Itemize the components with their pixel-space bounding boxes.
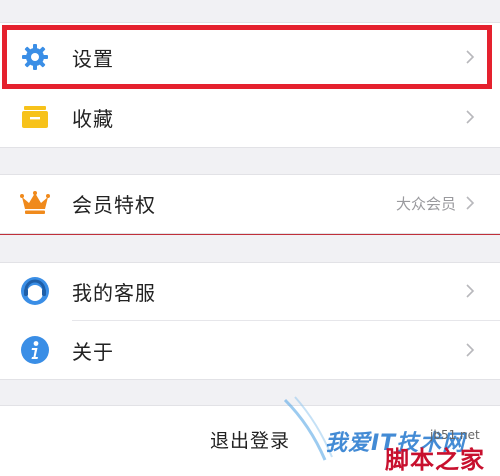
headset-icon [20, 276, 50, 306]
chevron-right-icon [466, 110, 475, 124]
about-label: 关于 [72, 339, 114, 364]
settings-label: 设置 [72, 46, 114, 71]
chevron-right-icon [466, 50, 475, 64]
divider-line [0, 234, 500, 235]
crown-icon [20, 188, 50, 218]
gear-icon [20, 42, 50, 72]
chevron-right-icon [466, 343, 475, 357]
favorites-label: 收藏 [72, 106, 114, 131]
vip-row[interactable]: 会员特权 大众会员 [0, 174, 500, 232]
folder-icon [20, 102, 50, 132]
vip-label: 会员特权 [72, 192, 156, 217]
info-icon [20, 335, 50, 365]
service-row[interactable]: 我的客服 [0, 262, 500, 320]
about-row[interactable]: 关于 [0, 321, 500, 379]
chevron-right-icon [466, 196, 475, 210]
vip-level-value: 大众会员 [395, 194, 456, 213]
settings-row[interactable]: 设置 [0, 28, 500, 86]
service-label: 我的客服 [72, 280, 156, 305]
chevron-right-icon [466, 284, 475, 298]
favorites-row[interactable]: 收藏 [0, 88, 500, 146]
